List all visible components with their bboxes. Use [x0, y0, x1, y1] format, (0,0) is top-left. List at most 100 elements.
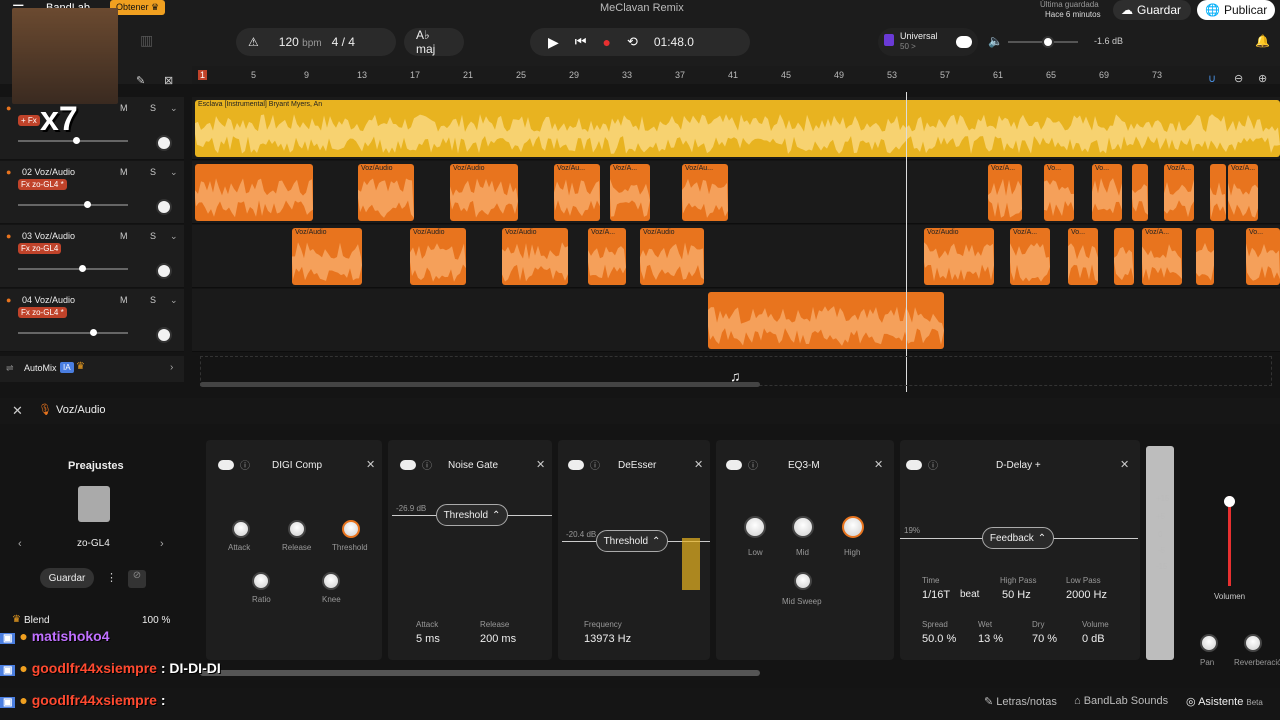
deesser-toggle[interactable] — [568, 460, 584, 470]
fx-badge[interactable]: Fx zo-GL4 * — [18, 307, 67, 318]
track-header-4[interactable]: ● 04 Voz/Audio Fx zo-GL4 * M S ⌄ — [0, 289, 184, 352]
audio-clip[interactable]: Voz/Audio — [410, 228, 466, 285]
mute-solo[interactable]: M S — [120, 167, 166, 177]
volume-value[interactable]: 0 dB — [1082, 633, 1105, 645]
audio-clip[interactable] — [708, 292, 944, 349]
mute-solo[interactable]: M S — [120, 103, 166, 113]
audio-clip[interactable] — [1132, 164, 1148, 221]
timeline-ruler[interactable]: 1 5 9 13 17 21 25 29 33 37 41 45 49 53 57 61 65 69 73 — [192, 66, 1280, 84]
digicomp-close-icon[interactable]: ✕ — [366, 458, 375, 471]
lane-1[interactable]: Esclava [Instrumental] Bryant Myers, An — [192, 97, 1280, 160]
noisegate-close-icon[interactable]: ✕ — [536, 458, 545, 471]
chevron-right-icon[interactable]: › — [170, 362, 173, 373]
track-menu-chevron-icon[interactable]: ⌄ — [170, 167, 178, 178]
audio-clip[interactable]: Voz/Au... — [554, 164, 600, 221]
fx-badge[interactable]: + Fx — [18, 115, 40, 126]
mute-solo[interactable]: M S — [120, 295, 166, 305]
assistant-button[interactable]: ◎ Asistente Beta — [1186, 695, 1263, 708]
automix-row[interactable]: ⇌ AutoMix IA ♛ › — [0, 356, 184, 382]
delay-toggle[interactable] — [906, 460, 922, 470]
pencil-icon[interactable]: ✎ — [136, 74, 145, 87]
piano-icon[interactable]: ▥ — [140, 32, 162, 54]
audio-clip[interactable]: Voz/Audio — [502, 228, 568, 285]
mute-solo[interactable]: M S — [120, 231, 166, 241]
track-volume-slider[interactable] — [18, 265, 128, 272]
info-icon[interactable]: ⓘ — [928, 457, 938, 472]
key-selector[interactable]: A♭ maj — [404, 28, 464, 56]
volume-fader[interactable] — [1228, 496, 1231, 586]
dry-value[interactable]: 70 % — [1032, 633, 1057, 645]
audio-clip[interactable]: Vo... — [1068, 228, 1098, 285]
audio-clip[interactable]: Voz/A... — [1228, 164, 1258, 221]
eq-toggle[interactable] — [726, 460, 742, 470]
track-menu-chevron-icon[interactable]: ⌄ — [170, 295, 178, 306]
fx-scrollbar[interactable] — [200, 670, 760, 676]
audio-clip[interactable]: Voz/Au... — [682, 164, 728, 221]
eq-close-icon[interactable]: ✕ — [874, 458, 883, 471]
wet-value[interactable]: 13 % — [978, 633, 1003, 645]
track-volume-slider[interactable] — [18, 329, 128, 336]
universal-panel[interactable]: Universal 50 > — [878, 28, 978, 56]
lowpass-value[interactable]: 2000 Hz — [1066, 589, 1107, 601]
attack-knob[interactable] — [232, 520, 250, 538]
track-volume-slider[interactable] — [18, 137, 128, 144]
play-icon[interactable]: ▶ — [548, 34, 559, 51]
release-knob[interactable] — [288, 520, 306, 538]
threshold-knob[interactable] — [342, 520, 360, 538]
frequency-value[interactable]: 13973 Hz — [584, 633, 631, 645]
lane-4[interactable] — [192, 289, 1280, 352]
delay-close-icon[interactable]: ✕ — [1120, 458, 1129, 471]
audio-clip[interactable]: Voz/A... — [988, 164, 1022, 221]
audio-clip[interactable] — [1196, 228, 1214, 285]
threshold-pill[interactable]: Threshold ⌃ — [436, 504, 508, 526]
feedback-pill[interactable]: Feedback ⌃ — [982, 527, 1054, 549]
audio-clip[interactable]: Voz/A... — [588, 228, 626, 285]
knee-knob[interactable] — [322, 572, 340, 590]
master-volume-slider[interactable] — [1008, 36, 1078, 48]
rewind-icon[interactable]: ⏮ — [575, 34, 587, 50]
track-menu-chevron-icon[interactable]: ⌄ — [170, 103, 178, 114]
spread-value[interactable]: 50.0 % — [922, 633, 956, 645]
lane-3[interactable]: Voz/Audio Voz/Audio Voz/Audio Voz/A... Voz/A… — [192, 225, 1280, 288]
track-header-1[interactable]: ● + Fx M S ⌄ — [0, 97, 184, 160]
audio-clip[interactable]: Vo... — [1246, 228, 1280, 285]
threshold-pill[interactable]: Threshold ⌃ — [596, 530, 668, 552]
audio-clip[interactable]: Voz/Audio — [924, 228, 994, 285]
prev-preset-icon[interactable]: ‹ — [18, 538, 22, 550]
audio-clip[interactable] — [1114, 228, 1134, 285]
audio-clip[interactable]: Voz/Audio — [450, 164, 518, 221]
preset-save-button[interactable]: Guardar — [40, 568, 94, 588]
fx-badge[interactable]: Fx zo-GL4 * — [18, 179, 67, 190]
fx-badge[interactable]: Fx zo-GL4 — [18, 243, 62, 254]
universal-toggle[interactable] — [956, 36, 972, 48]
lyrics-button[interactable]: ✎ Letras/notas — [984, 695, 1057, 708]
audio-clip[interactable]: Voz/A... — [610, 164, 650, 221]
clip-instrumental[interactable]: Esclava [Instrumental] Bryant Myers, An — [195, 100, 1280, 157]
next-preset-icon[interactable]: › — [160, 538, 164, 550]
track-pan-knob[interactable] — [156, 199, 172, 215]
track-pan-knob[interactable] — [156, 263, 172, 279]
record-icon[interactable]: ● — [602, 34, 610, 50]
low-knob[interactable] — [744, 516, 766, 538]
info-icon[interactable]: ⓘ — [748, 457, 758, 472]
zoom-in-icon[interactable]: ⊕ — [1258, 72, 1267, 85]
bypass-icon[interactable]: ⊘ — [128, 570, 146, 588]
horizontal-scrollbar[interactable] — [200, 382, 760, 387]
time-signature[interactable]: 4 / 4 — [332, 35, 355, 49]
mid-knob[interactable] — [792, 516, 814, 538]
time-value[interactable]: 1/16T — [922, 589, 950, 601]
volume-fader-handle[interactable] — [1224, 496, 1235, 507]
track-header-2[interactable]: ● 02 Voz/Audio Fx zo-GL4 * M S ⌄ — [0, 161, 184, 224]
tracks-icon[interactable]: ⊠ — [164, 74, 173, 87]
sounds-button[interactable]: ⌂ BandLab Sounds — [1074, 695, 1168, 707]
mid-sweep-knob[interactable] — [794, 572, 812, 590]
track-volume-slider[interactable] — [18, 201, 128, 208]
high-knob[interactable] — [842, 516, 864, 538]
track-menu-chevron-icon[interactable]: ⌄ — [170, 231, 178, 242]
release-value[interactable]: 200 ms — [480, 633, 516, 645]
info-icon[interactable]: ⓘ — [422, 457, 432, 472]
info-icon[interactable]: ⓘ — [240, 457, 250, 472]
track-header-3[interactable]: ● 03 Voz/Audio Fx zo-GL4 M S ⌄ — [0, 225, 184, 288]
audio-clip[interactable]: Vo... — [1092, 164, 1122, 221]
track-pan-knob[interactable] — [156, 135, 172, 151]
